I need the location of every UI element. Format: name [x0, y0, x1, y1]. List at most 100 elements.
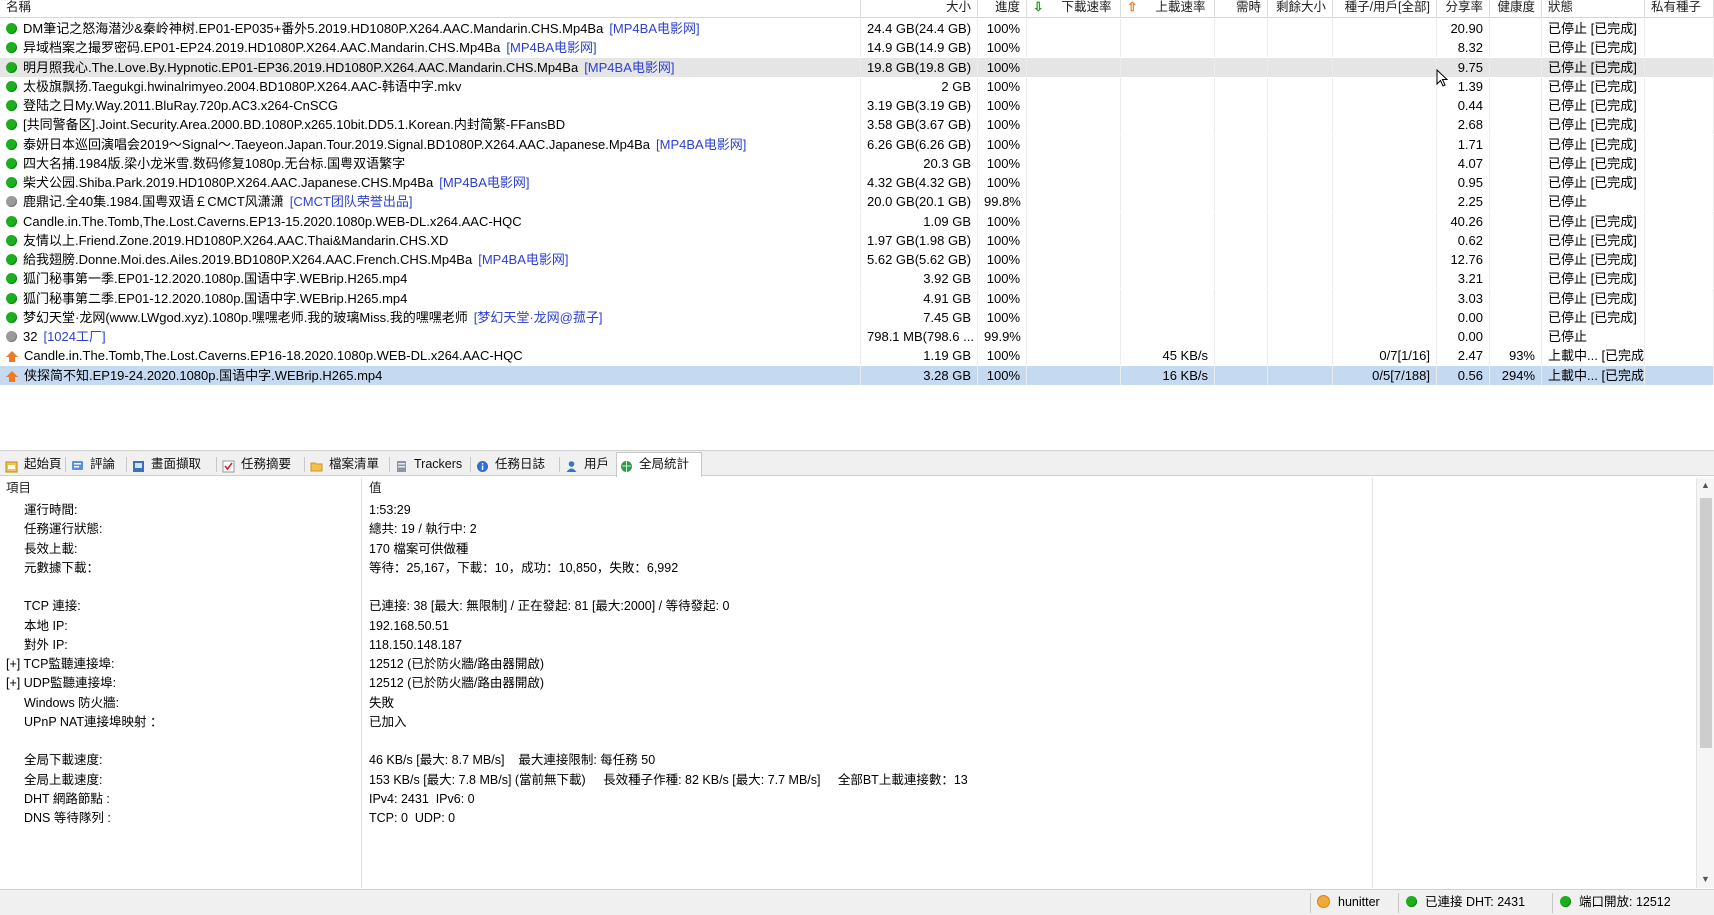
torrent-name-cell: [共同警备区].Joint.Security.Area.2000.BD.1080…	[0, 115, 861, 135]
col-remaining[interactable]: 剩餘大小	[1268, 0, 1333, 18]
torrent-list[interactable]: 名稱 大小 進度 ⇩ 下載速率 ⇧ 上載速率 需時 剩餘大小 種子/用戶[全部] 分…	[0, 0, 1714, 445]
torrent-download-speed	[1027, 96, 1121, 115]
torrent-size: 14.9 GB(14.9 GB)	[861, 38, 978, 58]
stats-label[interactable]: [+] UDP監聽連接埠:	[6, 673, 116, 694]
stats-label[interactable]: [+] TCP監聽連接埠:	[6, 654, 114, 675]
scroll-down-icon[interactable]: ▼	[1701, 874, 1710, 884]
tab-screenshots[interactable]: 畫面擷取	[129, 453, 214, 476]
status-dht[interactable]: 已連接 DHT: 2431	[1406, 890, 1525, 915]
torrent-name: 明月照我心.The.Love.By.Hypnotic.EP01-EP36.201…	[23, 59, 579, 75]
torrent-remaining	[1268, 288, 1333, 308]
torrent-size: 24.4 GB(24.4 GB)	[861, 19, 978, 38]
torrent-health	[1490, 96, 1542, 115]
torrent-eta	[1215, 365, 1268, 385]
torrent-remaining	[1268, 115, 1333, 135]
col-status[interactable]: 狀態	[1542, 0, 1645, 18]
torrent-row[interactable]: 异域档案之撮罗密码.EP01-EP24.2019.HD1080P.X264.AA…	[0, 38, 1714, 58]
scroll-thumb[interactable]	[1700, 498, 1712, 748]
stats-label: 長效上載:	[24, 541, 78, 556]
torrent-private	[1645, 288, 1714, 308]
torrent-peers	[1333, 57, 1437, 77]
torrent-name: 四大名捕.1984版.梁小龙米雪.数码修复1080p.无台标.国粤双语繁字	[23, 155, 406, 171]
torrent-eta	[1215, 269, 1268, 289]
torrent-name: 太极旗飘扬.Taegukgi.hwinalrimyeo.2004.BD1080P…	[23, 78, 462, 94]
torrent-row[interactable]: 32 [1024工厂] 798.1 MB(798.6 ... 99.9% 0.00 已停止	[0, 327, 1714, 346]
scroll-up-icon[interactable]: ▲	[1701, 480, 1710, 490]
torrent-row[interactable]: 泰妍日本巡回演唱会2019～Signal～.Taeyeon.Japan.Tour…	[0, 134, 1714, 154]
torrent-peers	[1333, 96, 1437, 115]
torrent-download-speed	[1027, 250, 1121, 269]
tab-trackers[interactable]: Trackers	[392, 453, 468, 476]
status-dht-label: 已連接 DHT: 2431	[1425, 895, 1526, 909]
tab-global-stats[interactable]: 全局統計	[616, 452, 702, 477]
torrent-name: 友情以上.Friend.Zone.2019.HD1080P.X264.AAC.T…	[23, 232, 449, 248]
stats-row[interactable]: [+] UDP監聽連接埠: 12512 (已於防火牆/路由器開啟)	[0, 673, 1690, 694]
col-health[interactable]: 健康度	[1490, 0, 1542, 18]
col-upload-speed[interactable]: ⇧ 上載速率	[1121, 0, 1215, 18]
torrent-name-cell: 鹿鼎记.全40集.1984.国粤双语￡CMCT风潇潇 [CMCT团队荣誉出品]	[0, 192, 861, 212]
status-port[interactable]: 端口開放: 12512	[1560, 890, 1671, 915]
tab-file-list[interactable]: 檔案清單	[307, 453, 387, 476]
stats-label: TCP 連接:	[24, 599, 81, 614]
torrent-row[interactable]: 梦幻天堂·龙网(www.LWgod.xyz).1080p.嘿嘿老师.我的玻璃Mi…	[0, 307, 1714, 327]
torrent-row[interactable]: Candle.in.The.Tomb,The.Lost.Caverns.EP16…	[0, 346, 1714, 366]
torrent-source-tag: [MP4BA电影网]	[584, 59, 675, 75]
torrent-download-speed	[1027, 38, 1121, 58]
tab-comments[interactable]: 評論	[68, 453, 124, 476]
col-progress[interactable]: 進度	[978, 0, 1027, 18]
torrent-row[interactable]: [共同警备区].Joint.Security.Area.2000.BD.1080…	[0, 115, 1714, 135]
torrent-row[interactable]: DM筆记之怒海潜沙&秦岭神树.EP01-EP035+番外5.2019.HD108…	[0, 19, 1714, 38]
stats-scrollbar[interactable]: ▲ ▼	[1696, 478, 1714, 888]
torrent-ratio: 2.25	[1437, 192, 1490, 212]
torrent-progress: 100%	[978, 115, 1027, 135]
torrent-status: 已停止 [已完成]	[1542, 230, 1645, 250]
torrent-row[interactable]: 明月照我心.The.Love.By.Hypnotic.EP01-EP36.201…	[0, 57, 1714, 77]
col-private[interactable]: 私有種子	[1645, 0, 1714, 18]
completed-status-icon	[6, 119, 17, 131]
torrent-status: 已停止	[1542, 192, 1645, 212]
torrent-row[interactable]: 柴犬公园.Shiba.Park.2019.HD1080P.X264.AAC.Ja…	[0, 173, 1714, 192]
detail-tabs: 起始頁 評論 畫面擷取 任務摘要 檔案清單 Trackers 任務日誌 用戶 全…	[0, 450, 1714, 477]
torrent-row[interactable]: 侠探简不知.EP19-24.2020.1080p.国语中字.WEBrip.H26…	[0, 365, 1714, 385]
torrent-row[interactable]: 登陆之日My.Way.2011.BluRay.720p.AC3.x264-CnS…	[0, 96, 1714, 115]
torrent-row[interactable]: 四大名捕.1984版.梁小龙米雪.数码修复1080p.无台标.国粤双语繁字 20.…	[0, 153, 1714, 173]
torrent-health	[1490, 173, 1542, 192]
torrent-row[interactable]: 狐门秘事第二季.EP01-12.2020.1080p.国语中字.WEBrip.H…	[0, 288, 1714, 308]
col-size[interactable]: 大小	[861, 0, 978, 18]
col-eta[interactable]: 需時	[1215, 0, 1268, 18]
torrent-eta	[1215, 173, 1268, 192]
status-user[interactable]: hunitter	[1317, 890, 1380, 915]
torrent-peers	[1333, 115, 1437, 135]
torrent-remaining	[1268, 346, 1333, 366]
tab-peers[interactable]: 用戶	[562, 453, 614, 476]
tab-start-page[interactable]: 起始頁	[2, 453, 64, 476]
torrent-private	[1645, 192, 1714, 212]
torrent-peers	[1333, 76, 1437, 96]
torrent-row[interactable]: 狐门秘事第一季.EP01-12.2020.1080p.国语中字.WEBrip.H…	[0, 269, 1714, 289]
torrent-size: 3.19 GB(3.19 GB)	[861, 96, 978, 115]
stats-row: 本地 IP: 192.168.50.51	[0, 616, 1690, 637]
torrent-row[interactable]: 鹿鼎记.全40集.1984.国粤双语￡CMCT风潇潇 [CMCT团队荣誉出品] 20…	[0, 192, 1714, 212]
torrent-source-tag: [MP4BA电影网]	[656, 136, 747, 152]
torrent-upload-speed	[1121, 38, 1215, 58]
torrent-row[interactable]: 太极旗飘扬.Taegukgi.hwinalrimyeo.2004.BD1080P…	[0, 76, 1714, 96]
col-download-speed[interactable]: ⇩ 下載速率	[1027, 0, 1121, 18]
torrent-row[interactable]: 給我翅膀.Donne.Moi.des.Ailes.2019.BD1080P.X2…	[0, 250, 1714, 269]
col-name[interactable]: 名稱	[0, 0, 861, 18]
torrent-source-tag: [梦幻天堂·龙网@菰子]	[473, 309, 603, 325]
torrent-upload-speed	[1121, 19, 1215, 38]
torrent-download-speed	[1027, 365, 1121, 385]
torrent-size: 2 GB	[861, 76, 978, 96]
col-peers[interactable]: 種子/用戶[全部]	[1333, 0, 1437, 18]
torrent-download-speed	[1027, 134, 1121, 154]
torrent-row[interactable]: Candle.in.The.Tomb,The.Lost.Caverns.EP13…	[0, 211, 1714, 231]
torrent-status: 已停止 [已完成]	[1542, 115, 1645, 135]
torrent-eta	[1215, 250, 1268, 269]
torrent-row[interactable]: 友情以上.Friend.Zone.2019.HD1080P.X264.AAC.T…	[0, 230, 1714, 250]
col-ratio[interactable]: 分享率	[1437, 0, 1490, 18]
torrent-download-speed	[1027, 346, 1121, 366]
tab-summary[interactable]: 任務摘要	[219, 453, 302, 476]
stats-row[interactable]: [+] TCP監聽連接埠: 12512 (已於防火牆/路由器開啟)	[0, 654, 1690, 675]
tab-task-log[interactable]: 任務日誌	[473, 453, 557, 476]
torrent-status: 上載中... [已完成]	[1542, 346, 1645, 366]
